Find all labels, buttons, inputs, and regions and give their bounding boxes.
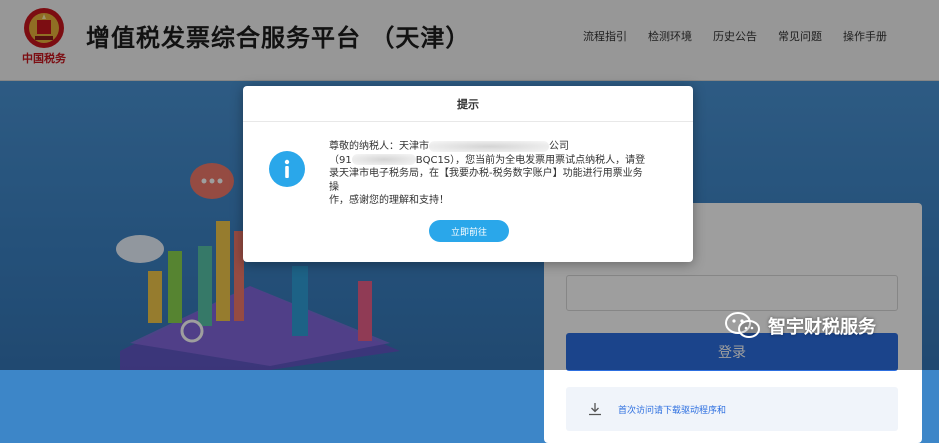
wechat-watermark: 智宇财税服务 [724,311,876,341]
redacted-tax-id [351,154,416,165]
message-line1-start: 尊敬的纳税人：天津市 [329,141,429,152]
info-icon [269,151,305,187]
notice-dialog: 提示 尊敬的纳税人：天津市 公司 （91 BQC1S），您当前为全电发票用票试点纳税… [243,86,693,262]
download-icon [589,403,601,416]
message-line4: 作，感谢您的理解和支持！ [329,195,449,206]
wechat-icon [725,312,760,338]
message-line2-end: BQC1S），您当前为全电发票用票试点纳税人，请登 [415,154,646,166]
message-line3: 录天津市电子税务局，在【我要办税-税务数字账户】功能进行用票业务操 [329,168,643,193]
go-now-button[interactable]: 立即前往 [429,220,509,242]
message-line1-end: 公司 [549,141,569,152]
redacted-company-name [429,140,549,152]
dialog-title: 提示 [243,86,693,122]
driver-download-link[interactable]: 首次访问请下载驱动程序和 [618,403,726,416]
message-line2-start: （91 [329,154,352,166]
driver-download-bar: 首次访问请下载驱动程序和 [566,387,898,431]
watermark-text: 智宇财税服务 [768,317,876,338]
dialog-message: 尊敬的纳税人：天津市 公司 （91 BQC1S），您当前为全电发票用票试点纳税人，请… [329,140,649,208]
